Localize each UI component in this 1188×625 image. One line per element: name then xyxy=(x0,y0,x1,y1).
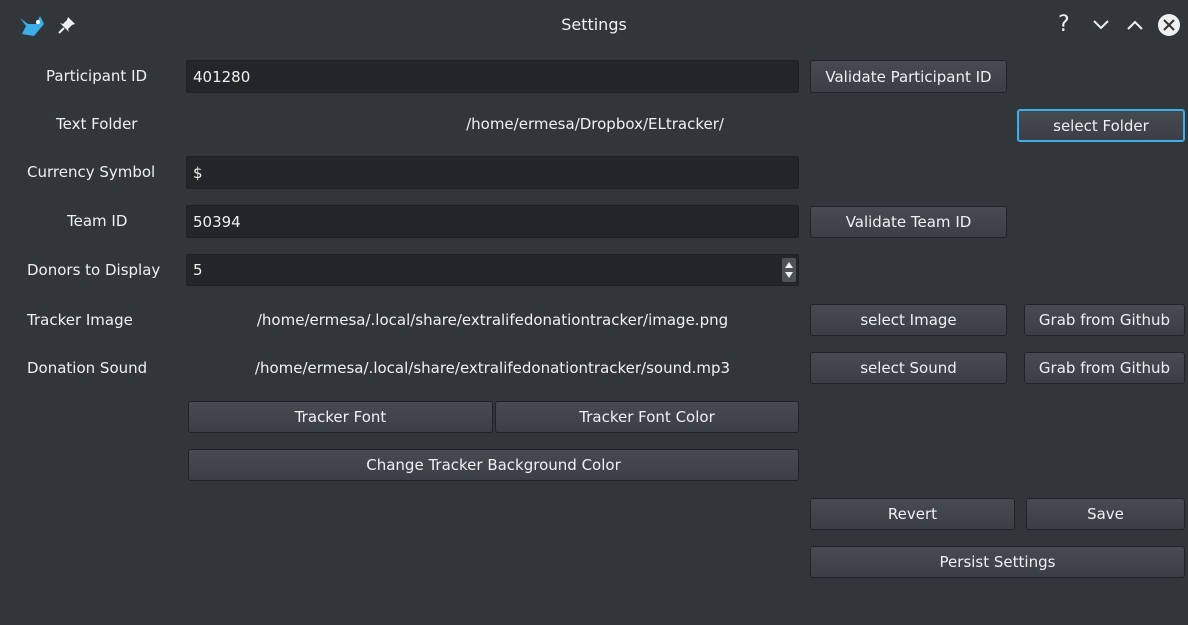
grab-sound-from-github-button[interactable]: Grab from Github xyxy=(1024,352,1185,384)
text-folder-label: Text Folder xyxy=(56,115,138,133)
window-title: Settings xyxy=(561,15,627,34)
persist-settings-button[interactable]: Persist Settings xyxy=(810,546,1185,578)
tracker-font-button[interactable]: Tracker Font xyxy=(188,401,493,433)
participant-id-value: 401280 xyxy=(193,67,251,86)
spinbox-arrows-icon[interactable] xyxy=(782,258,796,282)
help-icon[interactable]: ? xyxy=(1058,12,1070,37)
participant-id-input[interactable]: 401280 xyxy=(186,60,799,93)
donation-sound-label: Donation Sound xyxy=(27,359,148,377)
select-image-button[interactable]: select Image xyxy=(810,304,1007,336)
donors-to-display-spinbox[interactable]: 5 xyxy=(186,254,799,286)
currency-symbol-value: $ xyxy=(193,163,203,182)
validate-participant-id-button[interactable]: Validate Participant ID xyxy=(810,60,1007,93)
revert-button[interactable]: Revert xyxy=(810,498,1015,530)
participant-id-label: Participant ID xyxy=(46,67,148,85)
select-sound-button[interactable]: select Sound xyxy=(810,352,1007,384)
validate-team-id-button[interactable]: Validate Team ID xyxy=(810,206,1007,238)
donation-sound-path: /home/ermesa/.local/share/extralifedonat… xyxy=(254,359,731,377)
chevron-down-icon[interactable] xyxy=(1092,18,1110,32)
change-background-color-button[interactable]: Change Tracker Background Color xyxy=(188,449,799,481)
tracker-image-label: Tracker Image xyxy=(27,311,133,329)
donors-to-display-label: Donors to Display xyxy=(27,261,161,279)
team-id-label: Team ID xyxy=(67,212,128,230)
save-button[interactable]: Save xyxy=(1026,498,1185,530)
team-id-value: 50394 xyxy=(193,212,241,231)
chevron-up-icon[interactable] xyxy=(1126,18,1144,32)
team-id-input[interactable]: 50394 xyxy=(186,205,799,238)
grab-image-from-github-button[interactable]: Grab from Github xyxy=(1024,304,1185,336)
select-folder-button[interactable]: select Folder xyxy=(1017,109,1185,142)
tracker-font-color-button[interactable]: Tracker Font Color xyxy=(495,401,799,433)
tracker-image-path: /home/ermesa/.local/share/extralifedonat… xyxy=(256,311,729,329)
title-bar: Settings ? xyxy=(0,0,1188,50)
donors-to-display-value: 5 xyxy=(193,261,203,279)
close-icon[interactable] xyxy=(1157,13,1181,37)
currency-symbol-input[interactable]: $ xyxy=(186,156,799,189)
currency-symbol-label: Currency Symbol xyxy=(27,163,156,181)
text-folder-path: /home/ermesa/Dropbox/ELtracker/ xyxy=(466,115,724,133)
